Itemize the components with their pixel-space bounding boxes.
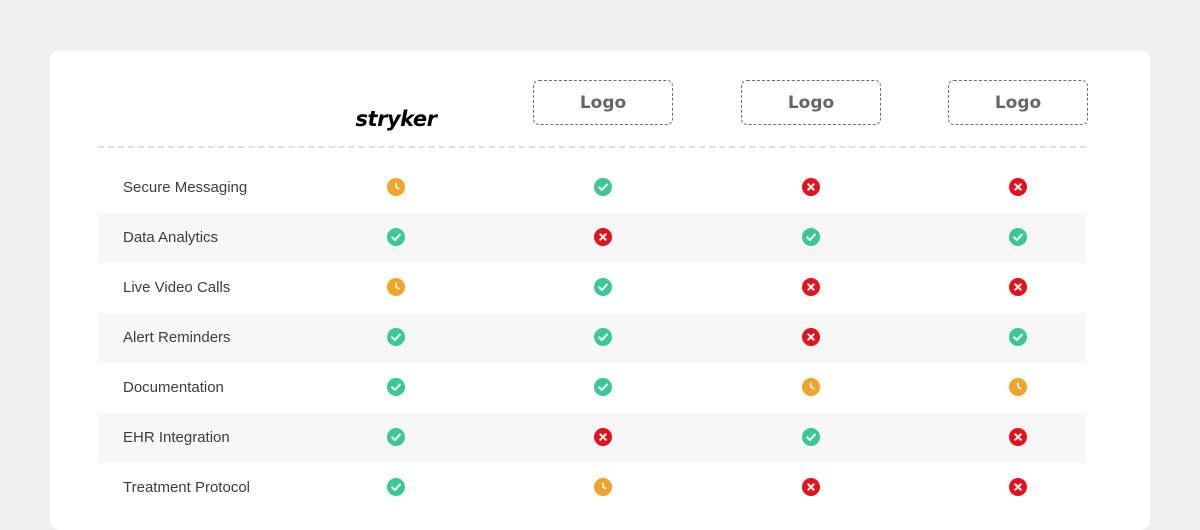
feature-label: Data Analytics [123, 229, 219, 246]
check-circle-icon [1009, 328, 1027, 346]
comparison-header: stryker Logo Logo Logo [98, 80, 1088, 148]
logo-placeholder-2: Logo [741, 80, 881, 125]
x-circle-icon [1009, 278, 1027, 296]
x-circle-icon [802, 328, 820, 346]
x-circle-icon [1009, 178, 1027, 196]
comparison-rows: Secure Messaging Data Analytics Live Video… [98, 163, 1086, 513]
check-circle-icon [1009, 228, 1027, 246]
clock-circle-icon [594, 478, 612, 496]
x-circle-icon [802, 278, 820, 296]
check-circle-icon [387, 228, 405, 246]
check-circle-icon [594, 178, 612, 196]
logo-placeholder-1: Logo [533, 80, 673, 125]
table-row: Secure Messaging [98, 163, 1086, 213]
x-circle-icon [802, 478, 820, 496]
logo-placeholder-3: Logo [948, 80, 1088, 125]
table-row: Documentation [98, 363, 1086, 413]
x-circle-icon [594, 228, 612, 246]
feature-label: EHR Integration [123, 429, 230, 446]
feature-label: Live Video Calls [123, 279, 231, 296]
check-circle-icon [594, 378, 612, 396]
check-circle-icon [594, 328, 612, 346]
clock-circle-icon [387, 178, 405, 196]
x-circle-icon [802, 178, 820, 196]
table-row: Live Video Calls [98, 263, 1086, 313]
check-circle-icon [387, 478, 405, 496]
table-row: Alert Reminders [98, 313, 1086, 363]
check-circle-icon [387, 328, 405, 346]
check-circle-icon [387, 428, 405, 446]
check-circle-icon [802, 428, 820, 446]
clock-circle-icon [1009, 378, 1027, 396]
stryker-logo: stryker [355, 107, 437, 131]
check-circle-icon [387, 378, 405, 396]
x-circle-icon [594, 428, 612, 446]
table-row: EHR Integration [98, 413, 1086, 463]
check-circle-icon [802, 228, 820, 246]
x-circle-icon [1009, 428, 1027, 446]
clock-circle-icon [387, 278, 405, 296]
table-row: Treatment Protocol [98, 463, 1086, 513]
clock-circle-icon [802, 378, 820, 396]
feature-label: Alert Reminders [123, 329, 231, 346]
table-row: Data Analytics [98, 213, 1086, 263]
x-circle-icon [1009, 478, 1027, 496]
check-circle-icon [594, 278, 612, 296]
comparison-card: stryker Logo Logo Logo Secure Messaging Data… [50, 50, 1150, 530]
feature-label: Treatment Protocol [123, 479, 250, 496]
feature-label: Secure Messaging [123, 179, 248, 196]
feature-label: Documentation [123, 379, 224, 396]
